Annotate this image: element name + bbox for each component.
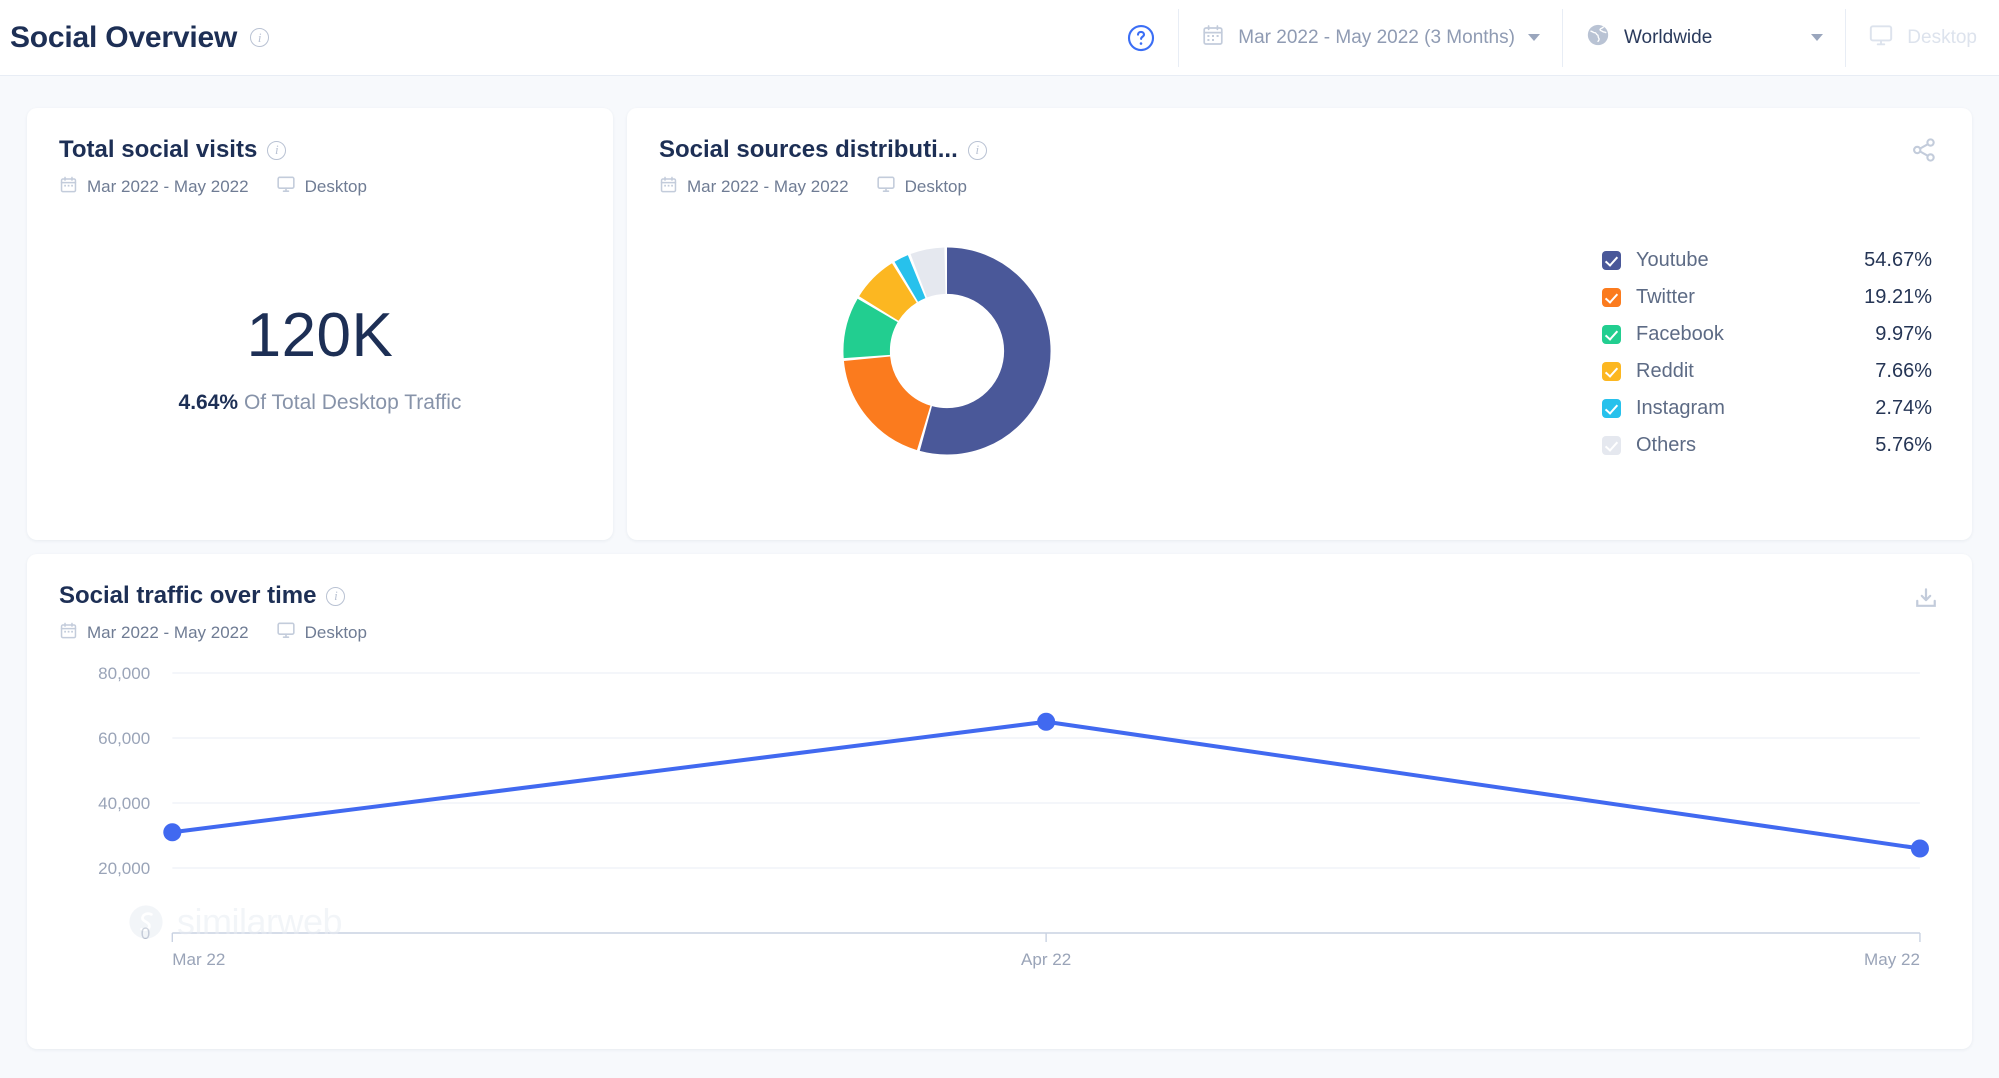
legend-value: 19.21% <box>1864 286 1932 309</box>
monitor-icon <box>1868 22 1894 54</box>
legend-item-others[interactable]: Others 5.76% <box>1602 427 1932 464</box>
page-title: Social Overview <box>10 21 237 55</box>
legend-checkbox-others[interactable] <box>1602 436 1621 455</box>
card-title: Social sources distributi... <box>659 136 958 164</box>
date-range-selector[interactable]: Mar 2022 - May 2022 (3 Months) <box>1178 9 1562 67</box>
card-title-row: Total social visits i <box>59 136 581 164</box>
help-circle-icon[interactable] <box>1126 23 1156 53</box>
traffic-share-label: Of Total Desktop Traffic <box>244 391 462 414</box>
legend-label: Reddit <box>1636 360 1694 383</box>
card-title-row: Social traffic over time i <box>59 582 1940 610</box>
x-axis-tick-label: Mar 22 <box>172 950 225 969</box>
card-subtitle: Mar 2022 - May 2022 Desktop <box>59 174 581 199</box>
legend-label: Youtube <box>1636 249 1709 272</box>
data-point[interactable] <box>1911 840 1929 858</box>
top-cards-row: Total social visits i Mar 2022 - May 20 <box>27 108 1972 540</box>
card-header: Social sources distributi... i Mar 2022 <box>627 108 1972 199</box>
x-axis-tick-label: Apr 22 <box>1021 950 1071 969</box>
country-selector[interactable]: Worldwide <box>1562 9 1845 67</box>
y-axis-tick-label: 0 <box>141 924 150 943</box>
legend-checkbox-facebook[interactable] <box>1602 325 1621 344</box>
total-visits-value: 120K <box>27 305 613 367</box>
card-date-range: Mar 2022 - May 2022 <box>87 623 249 643</box>
device-selector[interactable]: Desktop <box>1845 9 1999 67</box>
card-subtitle: Mar 2022 - May 2022 Desktop <box>59 620 1940 645</box>
info-icon[interactable]: i <box>250 28 269 47</box>
dashboard-content: Total social visits i Mar 2022 - May 20 <box>0 76 1999 1049</box>
line-chart-area: similarweb 020,00040,00060,00080,000Mar … <box>27 645 1972 1015</box>
donut-chart <box>627 245 1267 457</box>
card-subtitle: Mar 2022 - May 2022 Desktop <box>659 174 1940 199</box>
legend-value: 54.67% <box>1864 249 1932 272</box>
card-device: Desktop <box>305 177 367 197</box>
monitor-icon <box>276 620 296 645</box>
data-point[interactable] <box>163 823 181 841</box>
total-social-visits-card: Total social visits i Mar 2022 - May 20 <box>27 108 613 540</box>
legend-checkbox-twitter[interactable] <box>1602 288 1621 307</box>
card-header: Total social visits i Mar 2022 - May 20 <box>27 108 613 199</box>
total-visits-caption: 4.64% Of Total Desktop Traffic <box>27 391 613 415</box>
traffic-line-series <box>172 722 1920 849</box>
legend-checkbox-youtube[interactable] <box>1602 251 1621 270</box>
legend-label: Twitter <box>1636 286 1695 309</box>
y-axis-tick-label: 80,000 <box>98 664 150 683</box>
social-traffic-over-time-card: Social traffic over time i Mar 2022 - Ma… <box>27 554 1972 1049</box>
calendar-icon <box>59 621 78 645</box>
line-chart-svg: 0 20,000 40,000 60,000 80,000 Mar 22 Apr 22 May… <box>57 645 1942 985</box>
legend-item-reddit[interactable]: Reddit 7.66% <box>1602 353 1932 390</box>
calendar-icon <box>659 175 678 199</box>
calendar-icon <box>59 175 78 199</box>
download-icon[interactable] <box>1912 584 1940 617</box>
card-header: Social traffic over time i Mar 2022 - Ma… <box>27 554 1972 645</box>
legend-checkbox-instagram[interactable] <box>1602 399 1621 418</box>
y-axis-tick-label: 20,000 <box>98 859 150 878</box>
header-controls: Mar 2022 - May 2022 (3 Months) Worldwide… <box>1126 0 1999 75</box>
card-device: Desktop <box>305 623 367 643</box>
card-device: Desktop <box>905 177 967 197</box>
sources-legend: Youtube 54.67% Twitter 19.21% Facebook 9.97% R… <box>1602 242 1932 464</box>
y-axis-tick-label: 60,000 <box>98 729 150 748</box>
card-date-range: Mar 2022 - May 2022 <box>687 177 849 197</box>
social-sources-distribution-card: Social sources distributi... i Mar 2022 <box>627 108 1972 540</box>
chevron-down-icon <box>1528 34 1540 41</box>
page-title-group: Social Overview i <box>0 21 269 55</box>
card-title: Total social visits <box>59 136 257 164</box>
device-label: Desktop <box>1907 27 1977 49</box>
card-title-row: Social sources distributi... i <box>659 136 1940 164</box>
legend-value: 9.97% <box>1875 323 1932 346</box>
calendar-icon <box>1201 23 1225 53</box>
top-header-bar: Social Overview i <box>0 0 1999 76</box>
data-point[interactable] <box>1037 713 1055 731</box>
monitor-icon <box>276 174 296 199</box>
legend-label: Facebook <box>1636 323 1724 346</box>
legend-checkbox-reddit[interactable] <box>1602 362 1621 381</box>
legend-label: Others <box>1636 434 1696 457</box>
legend-value: 5.76% <box>1875 434 1932 457</box>
legend-item-instagram[interactable]: Instagram 2.74% <box>1602 390 1932 427</box>
metric-block: 120K 4.64% Of Total Desktop Traffic <box>27 305 613 415</box>
donut-chart-area: Youtube 54.67% Twitter 19.21% Facebook 9.97% R… <box>627 199 1972 499</box>
legend-value: 7.66% <box>1875 360 1932 383</box>
date-range-label: Mar 2022 - May 2022 (3 Months) <box>1238 27 1515 49</box>
legend-item-youtube[interactable]: Youtube 54.67% <box>1602 242 1932 279</box>
monitor-icon <box>876 174 896 199</box>
legend-item-facebook[interactable]: Facebook 9.97% <box>1602 316 1932 353</box>
x-axis-tick-label: May 22 <box>1864 950 1920 969</box>
country-label: Worldwide <box>1624 27 1712 49</box>
traffic-share-percent: 4.64% <box>179 391 239 414</box>
donut-svg <box>841 245 1053 457</box>
info-icon[interactable]: i <box>968 141 987 160</box>
y-axis-tick-label: 40,000 <box>98 794 150 813</box>
card-date-range: Mar 2022 - May 2022 <box>87 177 249 197</box>
legend-value: 2.74% <box>1875 397 1932 420</box>
info-icon[interactable]: i <box>326 587 345 606</box>
info-icon[interactable]: i <box>267 141 286 160</box>
globe-icon <box>1585 22 1611 54</box>
legend-item-twitter[interactable]: Twitter 19.21% <box>1602 279 1932 316</box>
legend-label: Instagram <box>1636 397 1725 420</box>
card-title: Social traffic over time <box>59 582 316 610</box>
share-icon[interactable] <box>1910 136 1938 169</box>
chevron-down-icon <box>1811 34 1823 41</box>
